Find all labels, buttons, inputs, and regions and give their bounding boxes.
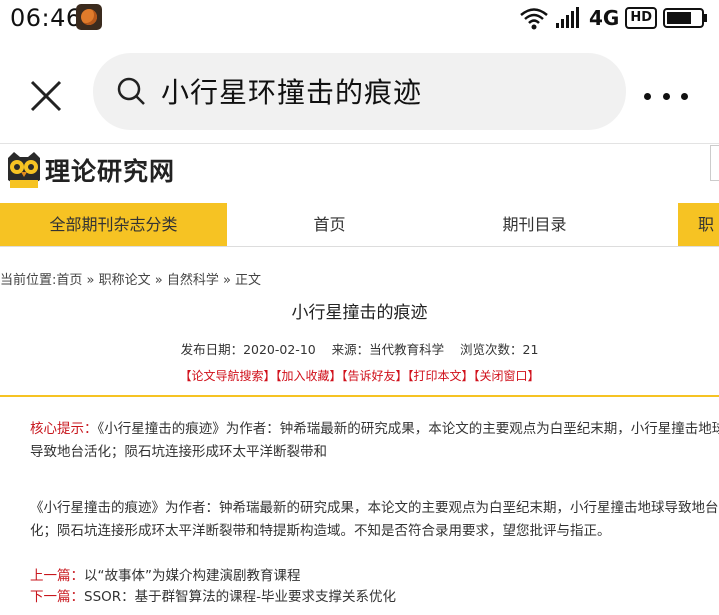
body-line1: 《小行星撞击的痕迹》为作者：钟希瑞最新的研究成果，本论文的主要观点为白垩纪末期，…	[30, 500, 719, 516]
hd-badge: HD	[625, 7, 657, 29]
page-divider	[0, 143, 719, 144]
category-nav: 全部期刊杂志分类 首页 期刊目录 职	[0, 203, 719, 246]
section-divider	[0, 395, 719, 397]
article-body: 《小行星撞击的痕迹》为作者：钟希瑞最新的研究成果，本论文的主要观点为白垩纪末期，…	[30, 497, 719, 543]
nav-journal-catalog[interactable]: 期刊目录	[432, 203, 637, 246]
body-line2: 化；陨石坑连接形成环太平洋断裂带和特提斯构造域。不知是否符合录用要求，望您批评与…	[30, 523, 611, 539]
breadcrumb-prefix: 当前位置:	[0, 273, 57, 288]
browser-header: 小行星环撞击的痕迹	[0, 40, 719, 143]
site-logo-text: 理论研究网	[45, 157, 176, 186]
status-bar: 06:46 4G HD	[0, 0, 719, 40]
close-button[interactable]	[28, 78, 64, 114]
owl-logo-icon	[8, 152, 40, 188]
summary-text-line2: 导致地台活化；陨石坑连接形成环太平洋断裂带和	[30, 444, 327, 460]
article-navigation: 上一篇：以“故事体”为媒介构建演剧教育课程 下一篇：SSOR：基于群智算法的课程…	[30, 566, 396, 608]
network-type: 4G	[588, 6, 620, 30]
more-dot-icon	[644, 92, 651, 100]
next-article[interactable]: 下一篇：SSOR：基于群智算法的课程-毕业要求支撑关系优化	[30, 587, 396, 608]
header-search-edge[interactable]	[710, 145, 719, 181]
prev-title[interactable]: 以“故事体”为媒介构建演剧教育课程	[84, 568, 301, 584]
article-summary: 核心提示：《小行星撞击的痕迹》为作者：钟希瑞最新的研究成果，本论文的主要观点为白…	[30, 418, 719, 464]
close-icon	[30, 80, 62, 112]
wifi-icon	[520, 8, 548, 30]
signal-icon	[555, 7, 579, 28]
prev-article[interactable]: 上一篇：以“故事体”为媒介构建演剧教育课程	[30, 566, 396, 587]
prev-label: 上一篇：	[30, 568, 84, 584]
breadcrumb-path[interactable]: 首页 » 职称论文 » 自然科学 » 正文	[56, 273, 261, 288]
nav-partial-item[interactable]: 职	[698, 203, 719, 246]
status-icons: 4G HD	[519, 6, 709, 30]
nav-divider	[0, 246, 719, 247]
article-title: 小行星撞击的痕迹	[291, 303, 428, 323]
search-bar[interactable]: 小行星环撞击的痕迹	[93, 53, 626, 130]
basketball-app-icon	[76, 4, 102, 30]
summary-label: 核心提示：	[30, 421, 98, 437]
nav-home[interactable]: 首页	[227, 203, 432, 246]
article-meta: 发布日期：2020-02-10 来源：当代教育科学 浏览次数：21	[180, 342, 539, 357]
more-options-button[interactable]	[644, 90, 688, 102]
search-icon	[117, 77, 145, 105]
breadcrumb: 当前位置:首页 » 职称论文 » 自然科学 » 正文	[0, 269, 261, 288]
battery-icon	[663, 8, 707, 28]
site-logo[interactable]: 理论研究网	[0, 150, 174, 194]
next-title[interactable]: SSOR：基于群智算法的课程-毕业要求支撑关系优化	[84, 589, 396, 605]
article-action-links[interactable]: 【论文导航搜索】【加入收藏】【告诉好友】【打印本文】【关闭窗口】	[0, 367, 719, 384]
next-label: 下一篇：	[30, 589, 84, 605]
nav-all-categories[interactable]: 全部期刊杂志分类	[0, 203, 227, 246]
clock: 06:46	[10, 4, 82, 32]
more-dot-icon	[662, 92, 670, 100]
summary-text-line1: 《小行星撞击的痕迹》为作者：钟希瑞最新的研究成果，本论文的主要观点为白垩纪末期，…	[97, 421, 719, 437]
search-query[interactable]: 小行星环撞击的痕迹	[161, 71, 422, 111]
more-dot-icon	[681, 92, 688, 100]
